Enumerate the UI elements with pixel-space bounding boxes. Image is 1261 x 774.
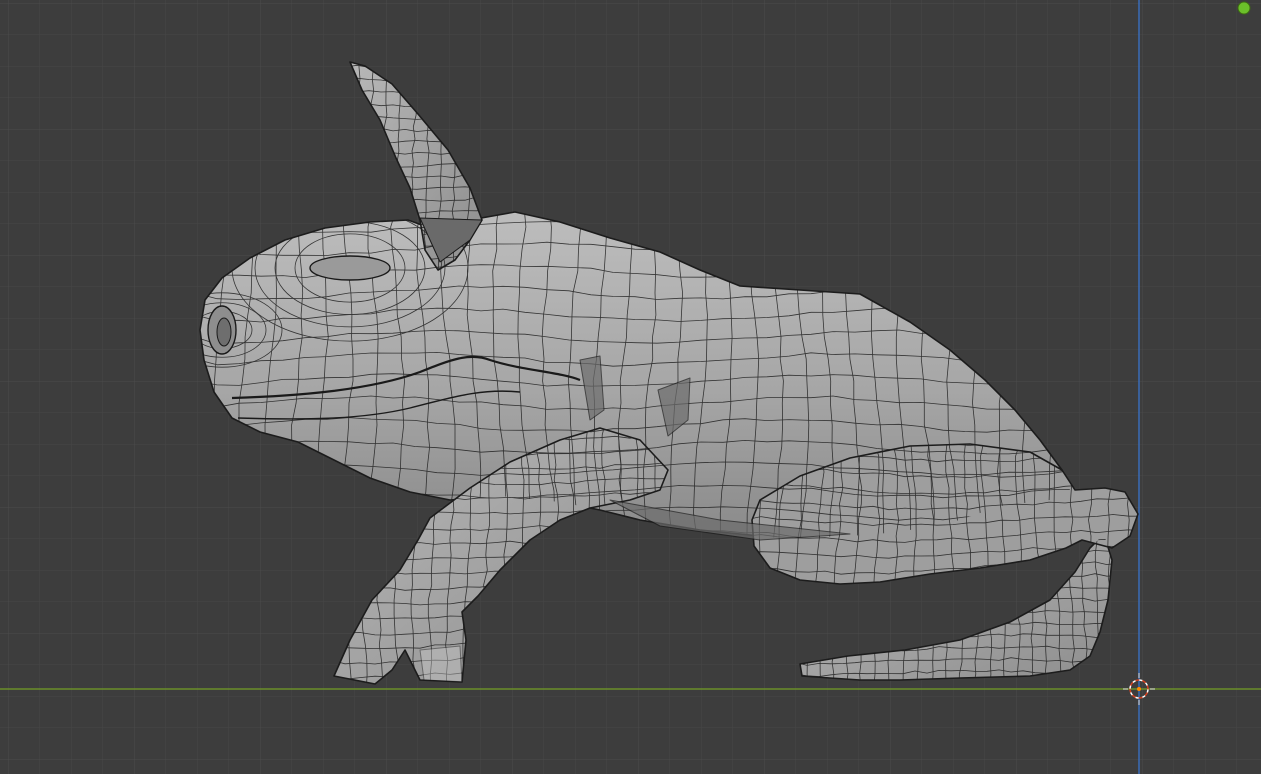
gizmo-axis-dot[interactable] xyxy=(1237,1,1251,15)
3d-viewport[interactable] xyxy=(0,0,1261,774)
mesh-eye-socket xyxy=(309,255,391,281)
mesh-nostril-inner xyxy=(216,317,232,347)
viewport-canvas[interactable] xyxy=(0,0,1261,774)
